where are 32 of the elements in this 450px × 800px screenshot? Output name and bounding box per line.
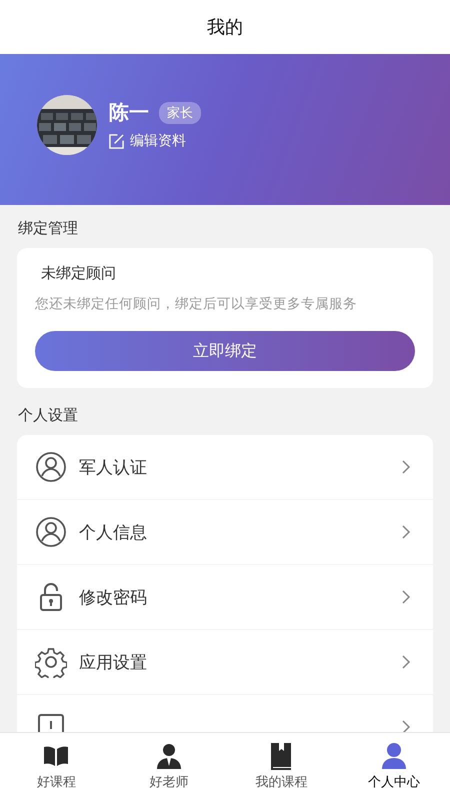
settings-item[interactable]: 修改密码	[17, 565, 433, 630]
user-icon	[35, 516, 67, 548]
item-label: 修改密码	[79, 586, 148, 608]
bind-button[interactable]: 立即绑定	[35, 331, 415, 371]
item-label: 军人认证	[79, 456, 148, 478]
user-name: 陈一	[109, 99, 149, 126]
item-label: 应用设置	[79, 652, 148, 674]
chevron-icon	[401, 589, 411, 605]
chevron-icon	[401, 459, 411, 475]
edit-profile-link[interactable]: 编辑资料	[109, 132, 201, 150]
tab[interactable]: 好课程	[0, 733, 112, 800]
teacher-icon	[154, 742, 183, 770]
settings-icon	[35, 646, 67, 678]
section-title: 个人设置	[17, 405, 79, 426]
settings-item[interactable]: 个人信息	[17, 500, 433, 565]
role-badge: 家长	[159, 102, 201, 124]
settings-item[interactable]: 应用设置	[17, 630, 433, 695]
edit-icon	[109, 134, 124, 148]
tab[interactable]: 好老师	[112, 733, 225, 800]
card-title: 未绑定顾问	[40, 264, 117, 283]
tab[interactable]: 个人中心	[338, 733, 450, 800]
chevron-icon	[401, 654, 411, 670]
user-icon	[35, 451, 67, 483]
user-icon	[380, 742, 408, 770]
item-label: 个人信息	[79, 522, 148, 544]
page-title: 我的	[207, 16, 243, 39]
settings-item[interactable]: 军人认证	[17, 435, 433, 500]
section-title: 绑定管理	[17, 218, 79, 239]
card-description: 您还未绑定任何顾问，绑定后可以享受更多专属服务	[35, 295, 358, 313]
tab[interactable]: 我的课程	[225, 733, 338, 800]
chevron-icon	[401, 719, 411, 732]
chevron-icon	[401, 524, 411, 540]
